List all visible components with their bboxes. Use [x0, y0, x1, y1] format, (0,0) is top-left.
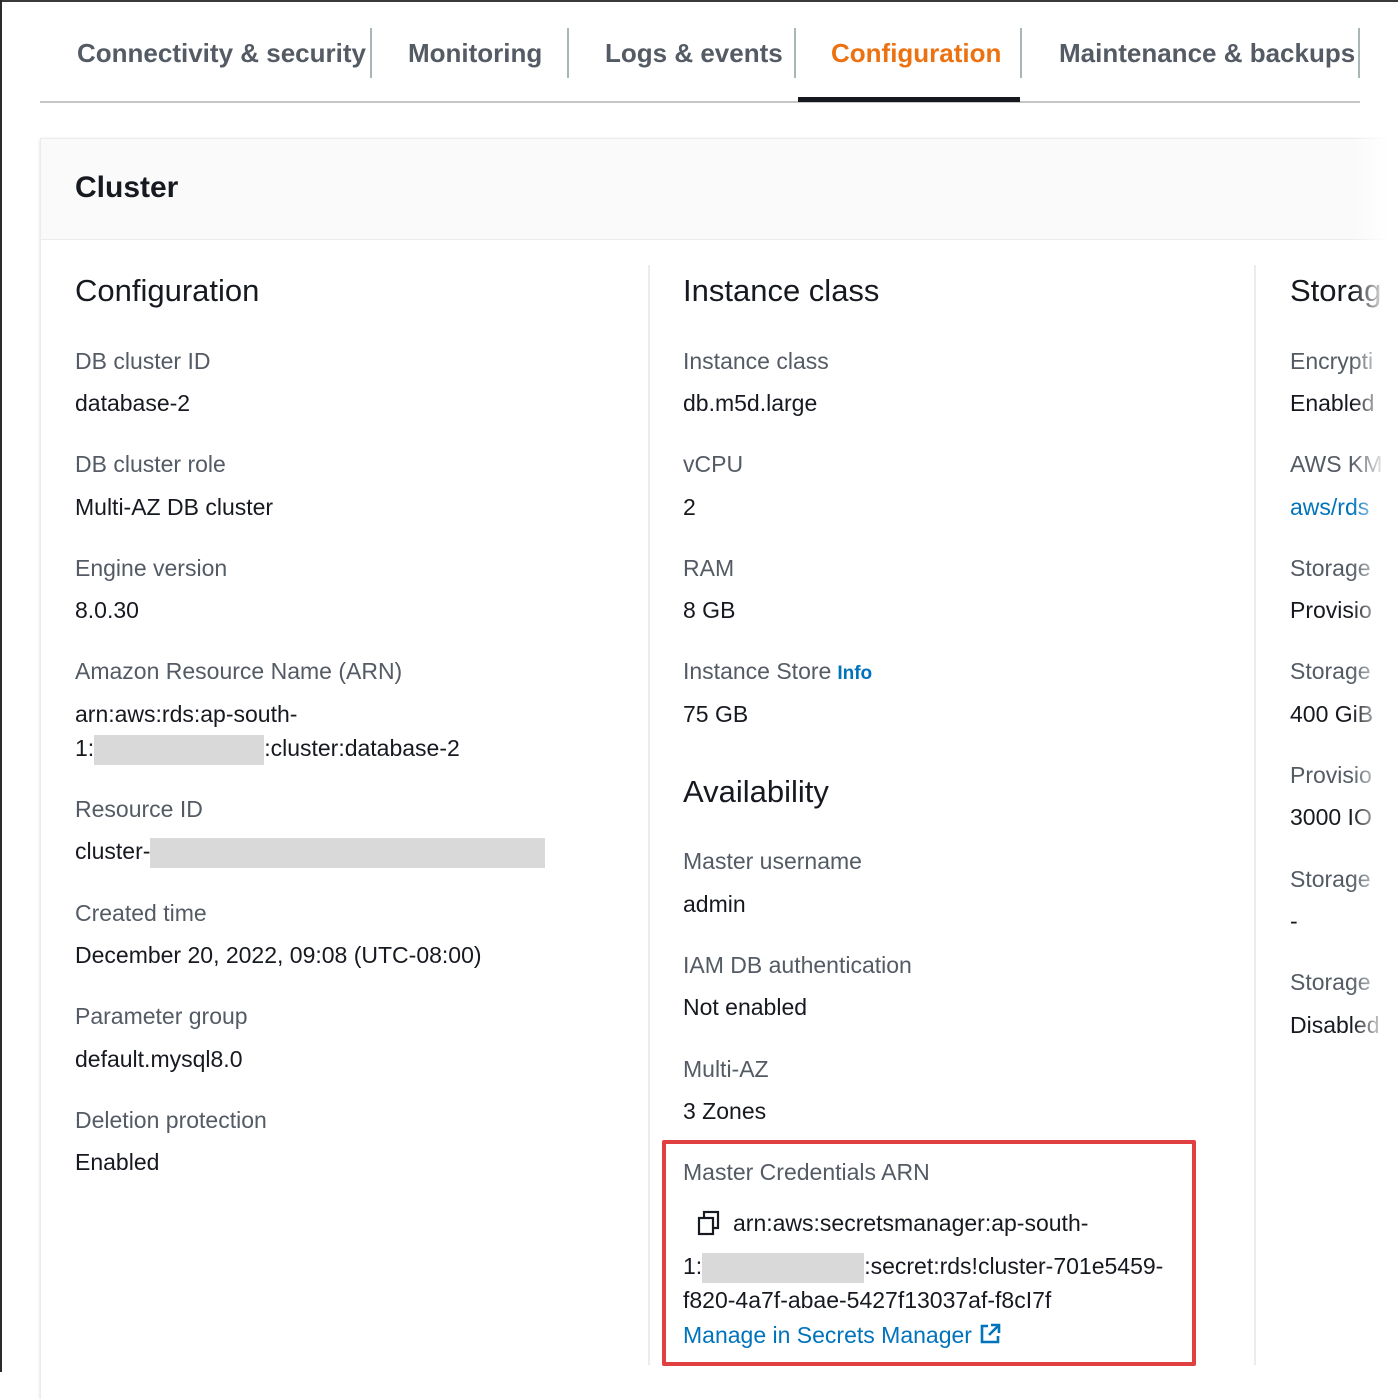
deletion-protection-value: Enabled	[75, 1149, 160, 1175]
manage-in-secrets-manager-text: Manage in Secrets Manager	[683, 1322, 972, 1348]
resource-id-prefix: cluster-	[75, 838, 151, 865]
tab-configuration[interactable]: Configuration	[831, 30, 1001, 76]
created-time-label: Created time	[75, 900, 207, 926]
redacted-resource-id	[150, 838, 546, 868]
arn-value-line2: 1: :cluster:database-2	[75, 735, 460, 765]
column-divider	[648, 265, 650, 1365]
panel-header: Cluster	[41, 139, 1398, 240]
right-edge-fade	[1352, 104, 1398, 1372]
section-title-configuration: Configuration	[75, 273, 260, 308]
instance-store-label-text: Instance Store	[683, 658, 832, 684]
instance-store-label: Instance Store Info	[683, 658, 872, 685]
tab-separator	[567, 28, 569, 78]
window-left-border	[0, 0, 2, 1372]
tab-separator	[1358, 28, 1360, 78]
tab-separator	[1020, 28, 1022, 78]
tab-bar: Connectivity & security Monitoring Logs …	[40, 0, 1398, 104]
tab-logs-events[interactable]: Logs & events	[605, 30, 783, 76]
section-title-availability: Availability	[683, 774, 829, 809]
master-credentials-arn-line3: f820-4a7f-abae-5427f13037af-f8cI7f	[683, 1287, 1052, 1313]
tab-connectivity-security[interactable]: Connectivity & security	[77, 30, 366, 76]
vcpu-value: 2	[683, 494, 696, 520]
deletion-protection-label: Deletion protection	[75, 1107, 267, 1133]
tab-separator	[794, 28, 796, 78]
tab-maintenance-backups[interactable]: Maintenance & backups	[1059, 30, 1355, 76]
tab-separator	[370, 28, 372, 78]
master-credentials-arn-line2: 1: :secret:rds!cluster-701e5459-	[683, 1253, 1163, 1283]
iam-db-auth-label: IAM DB authentication	[683, 952, 912, 978]
instance-class-label: Instance class	[683, 348, 829, 374]
tab-monitoring[interactable]: Monitoring	[408, 30, 542, 76]
ram-label: RAM	[683, 555, 735, 581]
tabs-baseline	[40, 101, 1360, 103]
ram-value: 8 GB	[683, 597, 736, 623]
master-username-value: admin	[683, 891, 746, 917]
engine-version-label: Engine version	[75, 555, 228, 581]
panel-title: Cluster	[75, 171, 179, 204]
copy-icon[interactable]	[697, 1210, 721, 1236]
section-title-instance-class: Instance class	[683, 273, 880, 308]
arn-label: Amazon Resource Name (ARN)	[75, 658, 403, 684]
db-cluster-id-value: database-2	[75, 390, 191, 416]
master-credentials-label: Master Credentials ARN	[683, 1159, 930, 1185]
instance-class-value: db.m5d.large	[683, 390, 818, 416]
arn-prefix: 1:	[75, 735, 95, 762]
storage-row-value: -	[1290, 908, 1298, 934]
parameter-group-value: default.mysql8.0	[75, 1046, 243, 1072]
instance-store-value: 75 GB	[683, 701, 749, 727]
instance-store-info-link[interactable]: Info	[837, 663, 872, 684]
db-cluster-role-value: Multi-AZ DB cluster	[75, 494, 274, 520]
resource-id-label: Resource ID	[75, 796, 203, 822]
db-cluster-role-label: DB cluster role	[75, 451, 226, 477]
resource-id-value: cluster-	[75, 838, 546, 868]
master-credentials-arn-prefix: 1:	[683, 1253, 703, 1280]
parameter-group-label: Parameter group	[75, 1003, 248, 1029]
arn-value-line1: arn:aws:rds:ap-south-	[75, 701, 298, 727]
master-credentials-arn-suffix: :secret:rds!cluster-701e5459-	[864, 1253, 1164, 1280]
created-time-value: December 20, 2022, 09:08 (UTC-08:00)	[75, 942, 482, 968]
arn-suffix: :cluster:database-2	[264, 735, 460, 762]
active-tab-indicator	[798, 97, 1020, 102]
engine-version-value: 8.0.30	[75, 597, 139, 623]
multi-az-value: 3 Zones	[683, 1098, 767, 1124]
master-username-label: Master username	[683, 848, 862, 874]
column-divider	[1254, 265, 1256, 1365]
external-link-icon	[980, 1323, 1001, 1344]
manage-in-secrets-manager-link[interactable]: Manage in Secrets Manager	[683, 1322, 1002, 1349]
redacted-account-id	[94, 735, 265, 765]
vcpu-label: vCPU	[683, 451, 744, 477]
iam-db-auth-value: Not enabled	[683, 994, 808, 1020]
redacted-account-id	[702, 1253, 865, 1283]
multi-az-label: Multi-AZ	[683, 1056, 769, 1082]
master-credentials-arn-line1: arn:aws:secretsmanager:ap-south-	[733, 1210, 1089, 1236]
db-cluster-id-label: DB cluster ID	[75, 348, 211, 374]
